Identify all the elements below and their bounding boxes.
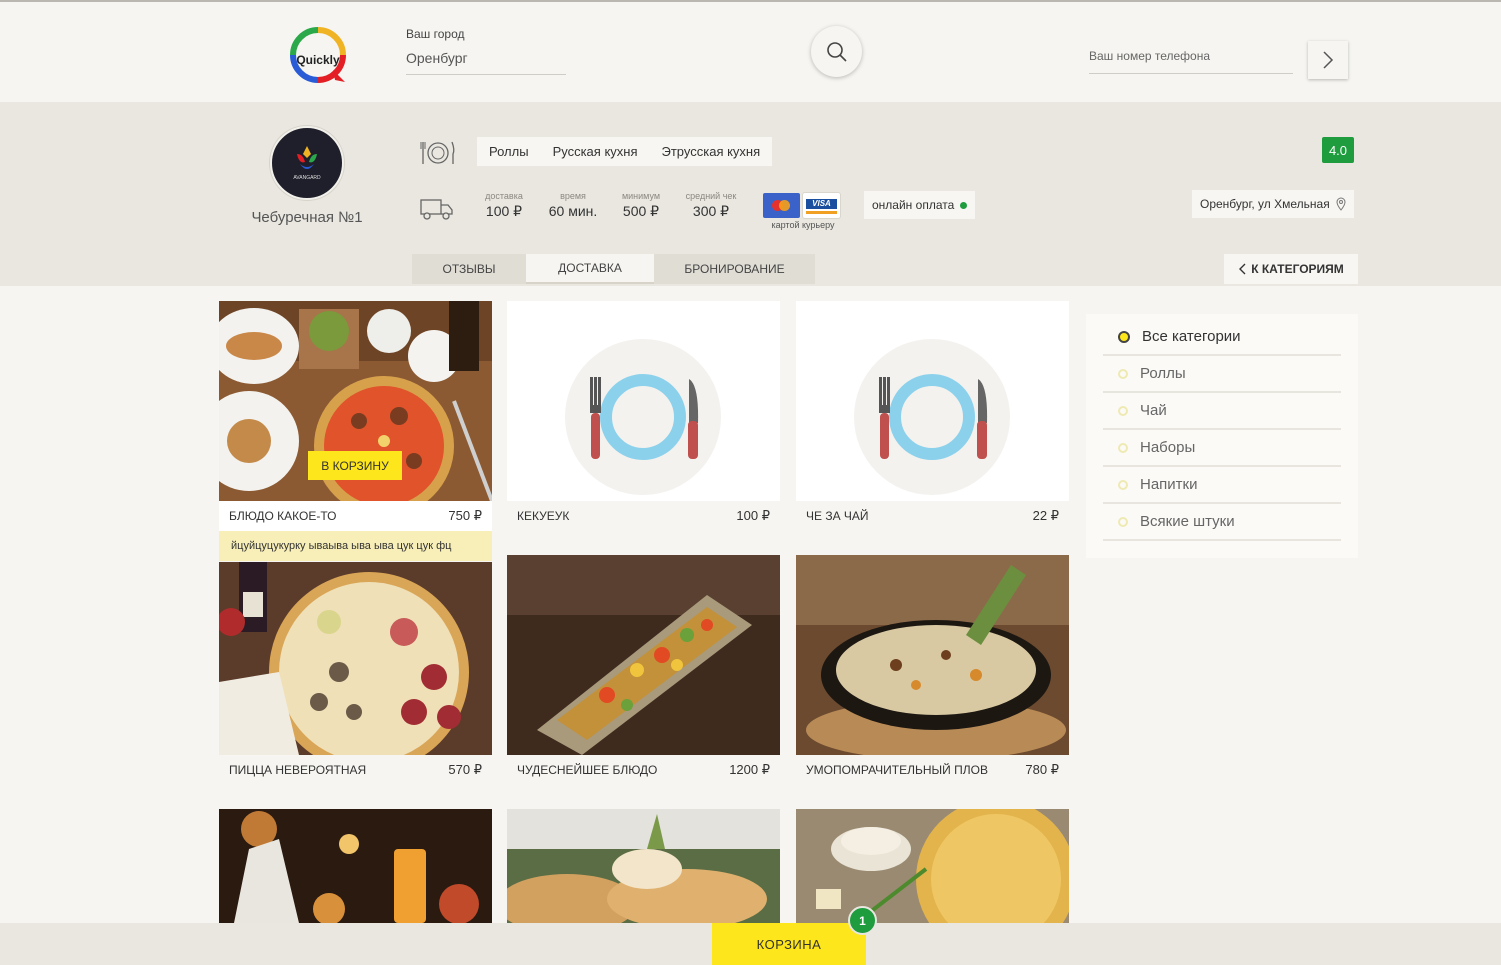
product-card[interactable]: КЕКУЕУК 100 ₽ <box>507 301 780 531</box>
product-name: ЧЕ ЗА ЧАЙ <box>806 509 869 523</box>
radio-icon <box>1118 368 1128 379</box>
category-item-all[interactable]: Все категории <box>1103 319 1341 356</box>
product-card[interactable]: УМОПОМРАЧИТЕЛЬНЫЙ ПЛОВ 780 ₽ <box>796 555 1069 785</box>
product-card[interactable]: ПИЦЦА НЕВЕРОЯТНАЯ 570 ₽ <box>219 562 492 785</box>
product-info: ЧУДЕСНЕЙШЕЕ БЛЮДО 1200 ₽ <box>507 755 780 785</box>
tab-reviews[interactable]: ОТЗЫВЫ <box>412 254 526 284</box>
cuisine-tag: Этрусская кухня <box>661 144 761 159</box>
category-item-rolls[interactable]: Роллы <box>1103 356 1341 393</box>
product-name: БЛЮДО КАКОЕ-ТО <box>229 509 337 523</box>
cuisine-tag: Роллы <box>489 144 529 159</box>
plate-placeholder-icon <box>507 301 780 501</box>
city-label: Ваш город <box>406 27 465 41</box>
radio-icon <box>1118 479 1128 490</box>
chevron-right-icon <box>1323 51 1334 69</box>
product-name: УМОПОМРАЧИТЕЛЬНЫЙ ПЛОВ <box>806 763 988 777</box>
radio-icon <box>1118 516 1128 527</box>
quickly-logo[interactable]: Quickly <box>289 26 347 84</box>
restaurant-address[interactable]: Оренбург, ул Хмельная <box>1192 190 1354 218</box>
product-name: КЕКУЕУК <box>517 509 570 523</box>
product-image[interactable] <box>796 809 1069 923</box>
location-pin-icon <box>1336 197 1346 211</box>
search-button[interactable] <box>811 26 862 77</box>
product-info: ПИЦЦА НЕВЕРОЯТНАЯ 570 ₽ <box>219 755 492 785</box>
product-image[interactable] <box>507 555 780 755</box>
restaurant-name: Чебуречная №1 <box>251 209 363 226</box>
cart-button[interactable]: КОРЗИНА <box>712 923 866 965</box>
delivery-truck-icon <box>420 199 453 220</box>
phone-submit-button[interactable] <box>1308 41 1348 79</box>
radio-icon <box>1118 405 1128 416</box>
add-to-cart-button[interactable]: В КОРЗИНУ <box>308 451 402 480</box>
phone-number-input[interactable] <box>1089 49 1293 74</box>
product-image[interactable] <box>507 809 780 923</box>
restaurant-tabs: ОТЗЫВЫ ДОСТАВКА БРОНИРОВАНИЕ <box>412 254 815 284</box>
cutlery-icon <box>420 141 455 164</box>
product-card[interactable]: В КОРЗИНУ БЛЮДО КАКОЕ-ТО 750 ₽ йцуйцуцук… <box>219 301 492 561</box>
product-card[interactable]: ЧУДЕСНЕЙШЕЕ БЛЮДО 1200 ₽ <box>507 555 780 785</box>
search-icon <box>826 41 847 62</box>
site-header: Quickly Ваш город Оренбург <box>0 2 1501 102</box>
visa-card-icon: VISA <box>803 193 840 218</box>
online-payment-badge: онлайн оплата <box>864 191 976 219</box>
product-description: йцуйцуцукурку ываыва ыва ыва цук цук фц <box>219 531 492 561</box>
product-price: 780 ₽ <box>1025 762 1059 777</box>
product-info: КЕКУЕУК 100 ₽ <box>507 501 780 531</box>
back-to-categories-button[interactable]: К КАТЕГОРИЯМ <box>1224 254 1358 284</box>
category-sidebar: Все категории Роллы Чай Наборы Напитки В… <box>1086 314 1358 558</box>
cart-count-badge: 1 <box>848 906 877 935</box>
product-info: УМОПОМРАЧИТЕЛЬНЫЙ ПЛОВ 780 ₽ <box>796 755 1069 785</box>
minimum-order-stat: минимум 500 ₽ <box>621 191 661 219</box>
city-selector[interactable]: Оренбург <box>406 50 566 75</box>
product-image[interactable] <box>796 301 1069 501</box>
product-image[interactable]: В КОРЗИНУ <box>219 301 492 501</box>
product-image[interactable] <box>219 809 492 923</box>
product-price: 570 ₽ <box>448 762 482 777</box>
product-image[interactable] <box>796 555 1069 755</box>
plate-placeholder-icon <box>796 301 1069 501</box>
chevron-left-icon <box>1239 263 1246 275</box>
average-check-stat: средний чек 300 ₽ <box>685 191 737 219</box>
product-image[interactable] <box>507 301 780 501</box>
tab-delivery[interactable]: ДОСТАВКА <box>526 254 654 284</box>
radio-selected-icon <box>1118 330 1130 343</box>
cuisine-tags: Роллы Русская кухня Этрусская кухня <box>477 137 773 166</box>
product-card[interactable] <box>219 809 492 923</box>
cards-caption: картой курьеру <box>771 220 835 230</box>
category-item-misc[interactable]: Всякие штуки <box>1103 504 1341 541</box>
category-item-sets[interactable]: Наборы <box>1103 430 1341 467</box>
product-price: 100 ₽ <box>736 508 770 523</box>
svg-text:Quickly: Quickly <box>296 53 340 67</box>
cuisine-tag: Русская кухня <box>552 144 638 159</box>
restaurant-info-panel: AVANGARD Чебуречная №1 Роллы Русская кух… <box>0 102 1501 286</box>
product-info: БЛЮДО КАКОЕ-ТО 750 ₽ <box>219 501 492 531</box>
product-info: ЧЕ ЗА ЧАЙ 22 ₽ <box>796 501 1069 531</box>
category-item-tea[interactable]: Чай <box>1103 393 1341 430</box>
status-dot-icon <box>960 201 968 209</box>
radio-icon <box>1118 442 1128 453</box>
product-name: ПИЦЦА НЕВЕРОЯТНАЯ <box>229 763 367 777</box>
rating-badge: 4.0 <box>1322 137 1354 163</box>
delivery-time-stat: время 60 мин. <box>548 191 598 219</box>
product-price: 1200 ₽ <box>729 762 770 777</box>
product-price: 750 ₽ <box>448 508 482 523</box>
product-card[interactable]: ЧЕ ЗА ЧАЙ 22 ₽ <box>796 301 1069 531</box>
mastercard-icon <box>763 193 800 218</box>
tab-booking[interactable]: БРОНИРОВАНИЕ <box>654 254 815 284</box>
cart-bar: КОРЗИНА <box>0 923 1501 965</box>
product-name: ЧУДЕСНЕЙШЕЕ БЛЮДО <box>517 763 658 777</box>
svg-text:AVANGARD: AVANGARD <box>293 175 321 181</box>
product-image[interactable] <box>219 562 492 755</box>
category-item-drinks[interactable]: Напитки <box>1103 467 1341 504</box>
delivery-cost-stat: доставка 100 ₽ <box>485 191 523 219</box>
restaurant-logo: AVANGARD <box>270 126 344 200</box>
product-price: 22 ₽ <box>1032 508 1059 523</box>
product-card[interactable] <box>796 809 1069 923</box>
product-card[interactable] <box>507 809 780 923</box>
